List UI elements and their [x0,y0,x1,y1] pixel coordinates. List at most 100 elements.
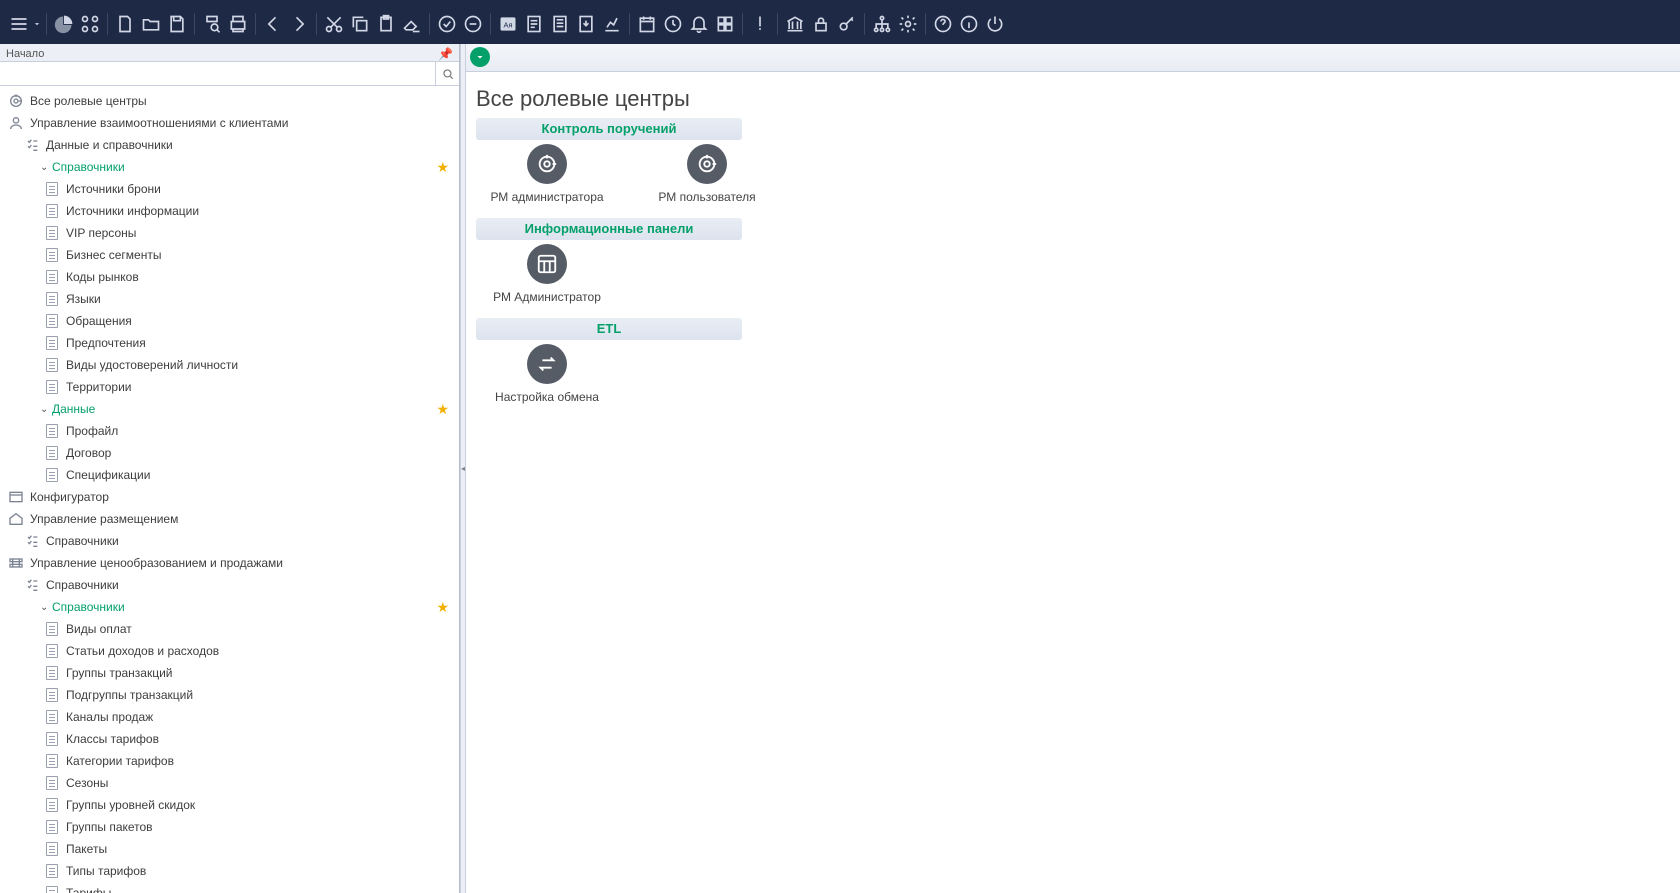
tree-item[interactable]: Коды рынков [0,266,459,288]
tree-item[interactable]: Обращения [0,310,459,332]
page-icon [44,885,60,893]
page-icon [44,665,60,681]
erase-icon[interactable] [399,11,425,37]
page-icon [44,291,60,307]
tree-item[interactable]: VIP персоны [0,222,459,244]
open-folder-icon[interactable] [138,11,164,37]
tree-item[interactable]: Источники информации [0,200,459,222]
paste-icon[interactable] [373,11,399,37]
list-icon [24,533,40,549]
tile[interactable]: Настройка обмена [482,344,612,404]
star-icon[interactable]: ★ [436,159,449,176]
svg-text:Aя: Aя [503,20,512,29]
power-icon[interactable] [982,11,1008,37]
tree-configurator[interactable]: Конфигуратор [0,486,459,508]
tree-item[interactable]: Категории тарифов [0,750,459,772]
key-icon[interactable] [834,11,860,37]
nav-panel: Начало 📌 Все ролевые центры Управление в… [0,44,460,893]
translate-icon[interactable]: Aя [495,11,521,37]
tree-item[interactable]: Источники брони [0,178,459,200]
group-header: Контроль поручений [476,118,742,140]
tree-pricing-dicts[interactable]: Справочники [0,574,459,596]
tree-housing-dicts[interactable]: Справочники [0,530,459,552]
forward-icon[interactable] [286,11,312,37]
page-icon [44,687,60,703]
tree-item[interactable]: Статьи доходов и расходов [0,640,459,662]
menu-dropdown-icon[interactable] [32,11,42,37]
tile[interactable]: РМ пользователя [642,144,772,204]
clock-icon[interactable] [660,11,686,37]
tree-crm[interactable]: Управление взаимоотношениями с клиентами [0,112,459,134]
apply-icon[interactable] [434,11,460,37]
tree-all-role-centers[interactable]: Все ролевые центры [0,90,459,112]
search-icon[interactable] [435,62,459,85]
tree-item[interactable]: Подгруппы транзакций [0,684,459,706]
tree-item[interactable]: Виды оплат [0,618,459,640]
cut-icon[interactable] [321,11,347,37]
chart-icon[interactable] [599,11,625,37]
back-icon[interactable] [260,11,286,37]
tree-item[interactable]: Классы тарифов [0,728,459,750]
star-icon[interactable]: ★ [436,599,449,616]
tree-dicts-head[interactable]: ⌄ Справочники ★ [0,156,459,178]
page-icon [44,247,60,263]
help-icon[interactable] [930,11,956,37]
lock-icon[interactable] [808,11,834,37]
grid-icon[interactable] [712,11,738,37]
nav-tree: Все ролевые центры Управление взаимоотно… [0,86,459,893]
tab-home-button[interactable] [470,47,490,67]
tree-item[interactable]: Группы транзакций [0,662,459,684]
print-icon[interactable] [225,11,251,37]
pin-icon[interactable]: 📌 [438,47,453,61]
tree-item[interactable]: Спецификации [0,464,459,486]
print-preview-icon[interactable] [199,11,225,37]
doc1-icon[interactable] [521,11,547,37]
tile[interactable]: РМ администратора [482,144,612,204]
main-toolbar: Aя [0,4,1680,44]
tree-item[interactable]: Договор [0,442,459,464]
tree-item[interactable]: Территории [0,376,459,398]
calendar-icon[interactable] [634,11,660,37]
tree-pricing-dicts-head[interactable]: ⌄ Справочники ★ [0,596,459,618]
bank-icon[interactable] [782,11,808,37]
alert-icon[interactable] [747,11,773,37]
tree-item[interactable]: Виды удостоверений личности [0,354,459,376]
export-icon[interactable] [573,11,599,37]
tree-item[interactable]: Типы тарифов [0,860,459,882]
modules-icon[interactable] [77,11,103,37]
tile[interactable]: РМ Администратор [482,244,612,304]
nav-search-input[interactable] [0,62,435,85]
tree-data-head[interactable]: ⌄ Данные ★ [0,398,459,420]
page-icon [44,313,60,329]
tree-item[interactable]: Профайл [0,420,459,442]
doc2-icon[interactable] [547,11,573,37]
save-icon[interactable] [164,11,190,37]
bell-icon[interactable] [686,11,712,37]
tree-item[interactable]: Тарифы [0,882,459,893]
tree-item[interactable]: Бизнес сегменты [0,244,459,266]
tree-housing[interactable]: Управление размещением [0,508,459,530]
gear-icon[interactable] [895,11,921,37]
cancel-icon[interactable] [460,11,486,37]
tree-item[interactable]: Языки [0,288,459,310]
tree-pricing[interactable]: Управление ценообразованием и продажами [0,552,459,574]
tree-item[interactable]: Группы уровней скидок [0,794,459,816]
group-header: ETL [476,318,742,340]
page-icon [44,379,60,395]
star-icon[interactable]: ★ [436,401,449,418]
info-icon[interactable] [956,11,982,37]
tree-item[interactable]: Предпочтения [0,332,459,354]
tree-item[interactable]: Каналы продаж [0,706,459,728]
exchange-icon [527,344,567,384]
tree-data-dicts[interactable]: Данные и справочники [0,134,459,156]
sitemap-icon[interactable] [869,11,895,37]
tree-item[interactable]: Сезоны [0,772,459,794]
hamburger-icon[interactable] [6,11,32,37]
tree-item[interactable]: Пакеты [0,838,459,860]
pie-chart-icon[interactable] [51,11,77,37]
tree-item[interactable]: Группы пакетов [0,816,459,838]
window-icon [8,489,24,505]
new-doc-icon[interactable] [112,11,138,37]
list-icon [24,137,40,153]
copy-icon[interactable] [347,11,373,37]
